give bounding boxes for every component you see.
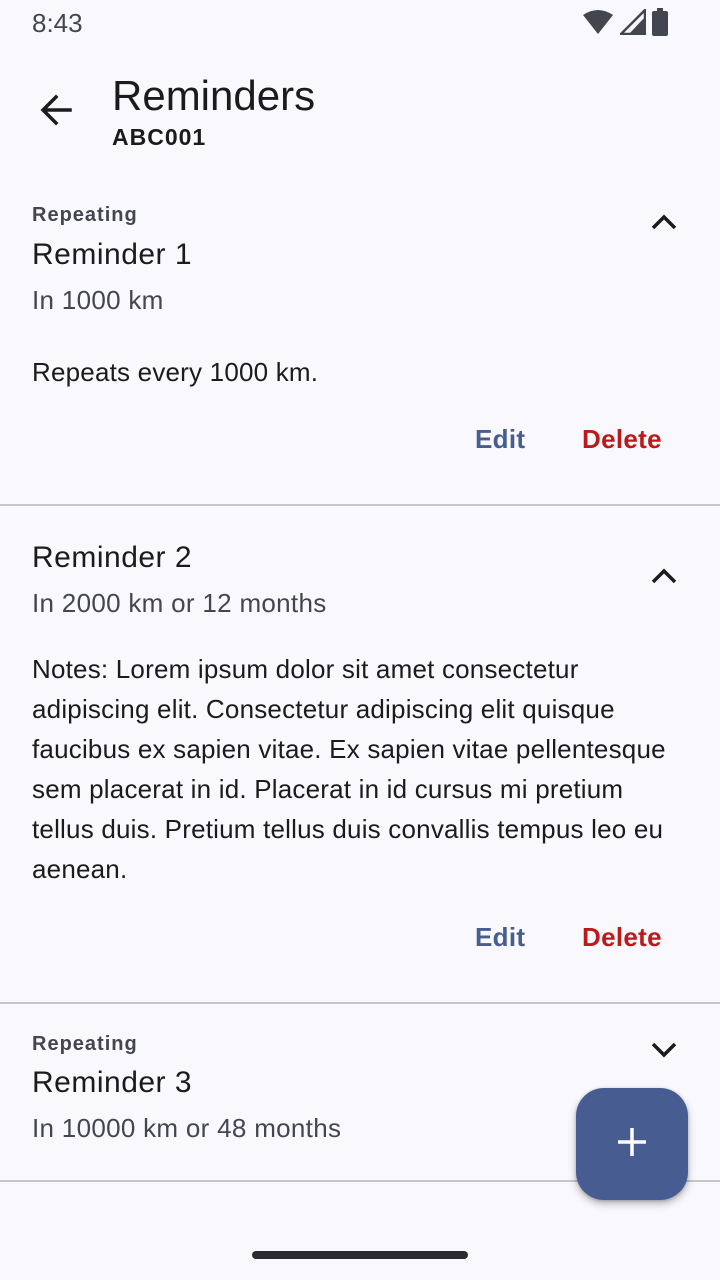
expand-button[interactable] bbox=[640, 1028, 688, 1076]
collapse-button[interactable] bbox=[640, 554, 688, 602]
reminder-detail: In 1000 km bbox=[32, 285, 164, 315]
reminder-detail: In 10000 km or 48 months bbox=[32, 1113, 342, 1143]
battery-icon bbox=[652, 7, 668, 41]
status-time: 8:43 bbox=[32, 8, 83, 38]
back-button[interactable] bbox=[24, 80, 88, 144]
reminder-detail: In 2000 km or 12 months bbox=[32, 588, 327, 618]
reminder-body: Repeats every 1000 km. bbox=[32, 357, 319, 387]
arrow-back-icon bbox=[38, 92, 74, 133]
reminder-overline: Repeating bbox=[32, 1033, 138, 1055]
signal-icon bbox=[617, 6, 647, 40]
reminder-card[interactable]: Reminder 2 In 2000 km or 12 months Notes… bbox=[0, 506, 720, 1002]
delete-button[interactable]: Delete bbox=[582, 424, 662, 455]
top-app-bar: Reminders ABC001 bbox=[0, 56, 720, 168]
edit-button[interactable]: Edit bbox=[475, 424, 525, 455]
delete-button[interactable]: Delete bbox=[582, 922, 662, 953]
status-bar: 8:43 bbox=[0, 0, 720, 48]
reminder-title: Reminder 3 bbox=[32, 1066, 193, 1099]
chevron-down-icon bbox=[650, 1041, 678, 1064]
add-icon bbox=[616, 1126, 648, 1163]
page-title: Reminders bbox=[112, 72, 316, 119]
reminder-title: Reminder 2 bbox=[32, 541, 193, 574]
reminder-body: Notes: Lorem ipsum dolor sit amet consec… bbox=[32, 654, 666, 884]
reminder-overline: Repeating bbox=[32, 204, 138, 226]
chevron-up-icon bbox=[650, 567, 678, 590]
add-reminder-button[interactable] bbox=[576, 1088, 688, 1200]
page-subtitle: ABC001 bbox=[112, 124, 207, 150]
reminder-card[interactable]: Repeating Reminder 1 In 1000 km Repeats … bbox=[0, 168, 720, 506]
reminder-title: Reminder 1 bbox=[32, 238, 193, 271]
edit-button[interactable]: Edit bbox=[475, 922, 525, 953]
chevron-up-icon bbox=[650, 213, 678, 236]
gesture-nav-handle[interactable] bbox=[252, 1251, 468, 1259]
collapse-button[interactable] bbox=[640, 200, 688, 248]
wifi-icon bbox=[582, 9, 614, 40]
status-icons bbox=[582, 6, 668, 41]
